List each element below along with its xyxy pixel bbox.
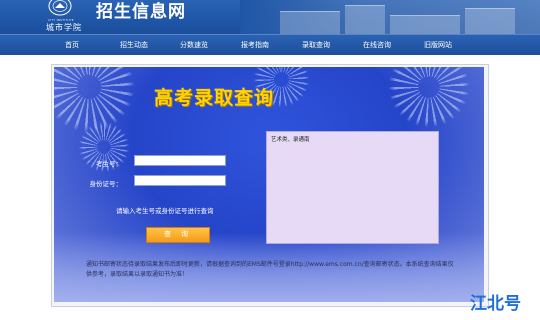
query-panel: 高考录取查询 考生号： 身份证号： 请输入考生号或身份证号进行查询 查 询 艺术… [54, 67, 484, 302]
result-box: 艺术类、录通南 [266, 131, 439, 244]
logo-chinese-text: 城市学院 [46, 23, 82, 32]
firework-decoration [389, 67, 469, 127]
id-no-label: 身份证号： [89, 180, 123, 188]
exam-no-label: 考生号： [96, 160, 122, 168]
site-title: 招生信息网 [96, 2, 186, 22]
notice-text: 通知书邮寄状态待录取结果发布后即时更新，请根据查询到的EMS邮件号登录http:… [86, 261, 454, 278]
exam-no-input[interactable] [134, 155, 226, 166]
nav-item-old-site[interactable]: 旧版网站 [424, 35, 452, 55]
school-logo-icon[interactable] [46, 0, 74, 20]
nav-item-score-overview[interactable]: 分数速览 [180, 35, 208, 55]
site-header: CITY INSTITUTE 城市学院 招生信息网 [0, 0, 540, 34]
result-text: 艺术类、录通南 [271, 137, 310, 143]
id-no-input[interactable] [134, 175, 226, 186]
nav-item-application-guide[interactable]: 报考指南 [241, 35, 269, 55]
header-banner-image [240, 0, 540, 34]
nav-item-admission-news[interactable]: 招生动态 [120, 35, 148, 55]
query-hint: 请输入考生号或身份证号进行查询 [116, 207, 214, 215]
query-button[interactable]: 查 询 [146, 227, 210, 243]
nav-item-admission-query[interactable]: 录取查询 [302, 35, 330, 55]
watermark: 江北号 [470, 294, 521, 314]
main-nav: 首页 招生动态 分数速览 报考指南 录取查询 在线咨询 旧版网站 [0, 34, 540, 55]
nav-item-home[interactable]: 首页 [65, 35, 79, 55]
query-title: 高考录取查询 [153, 87, 274, 109]
nav-item-online-consult[interactable]: 在线咨询 [363, 35, 391, 55]
